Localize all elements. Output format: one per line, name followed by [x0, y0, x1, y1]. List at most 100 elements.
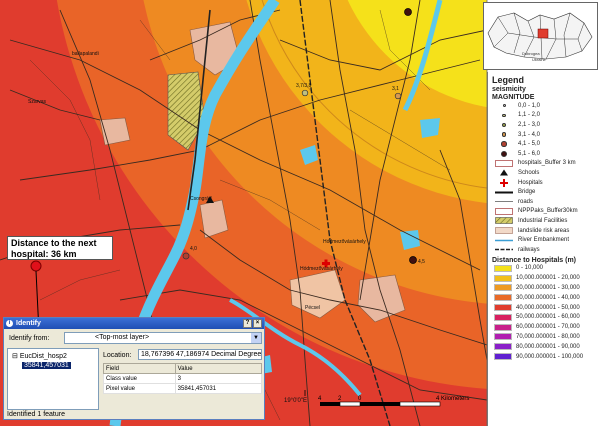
- results-tree[interactable]: ⊟ EucDist_hosp2 35841,457031: [7, 348, 99, 410]
- legend-label: Hospitals: [518, 179, 543, 186]
- distance-swatch: [494, 353, 512, 361]
- layer-symbol-icon: [494, 198, 514, 206]
- layer-symbol-icon: [494, 178, 514, 187]
- place-label: Szarvas: [28, 99, 47, 105]
- column-header-field[interactable]: Field: [103, 363, 176, 374]
- legend-panel: Legend seismicity MAGNITUDE 0,0 - 1,0 1,1…: [487, 72, 600, 426]
- legend-item-layer: Hospitals: [494, 178, 600, 188]
- attribute-table: Field Value Class value 3 Pixel value 35…: [103, 363, 263, 394]
- earthquake-5[interactable]: [404, 8, 412, 16]
- distance-callout: Distance to the next hospital: 36 km: [7, 236, 113, 260]
- lake-3: [420, 118, 440, 138]
- legend-label: 50,000.000001 - 60,000: [516, 314, 580, 321]
- place-label: Hódmezővásárhely: [323, 239, 366, 245]
- magnitude-header: MAGNITUDE: [492, 94, 535, 101]
- legend-item-magnitude: 0,0 - 1,0: [494, 101, 600, 111]
- legend-label: landslide risk areas: [518, 227, 570, 234]
- legend-item-distance: 10,000.000001 - 20,000: [494, 273, 600, 283]
- legend-item-layer: hospitals_Buffer 3 km: [494, 159, 600, 169]
- legend-item-layer: Schools: [494, 168, 600, 178]
- identify-titlebar[interactable]: i Identify ? ×: [4, 318, 264, 329]
- magnitude-dot-icon: [500, 150, 508, 158]
- legend-label: 90,000.000001 - 100,000: [516, 353, 584, 360]
- legend-item-layer: River Embankment: [494, 235, 600, 245]
- overview-inset-map: Dobrogea Ukraine: [483, 2, 598, 70]
- place-label: Csongrád: [190, 196, 212, 202]
- legend-label: hospitals_Buffer 3 km: [518, 160, 576, 167]
- legend-label: 80,000.000001 - 90,000: [516, 343, 580, 350]
- identify-window[interactable]: i Identify ? × Identify from: <Top-most …: [3, 317, 265, 420]
- legend-label: 60,000.000001 - 70,000: [516, 324, 580, 331]
- distance-header: Distance to Hospitals (m): [492, 256, 577, 264]
- distance-swatch: [494, 323, 512, 331]
- column-header-value[interactable]: Value: [174, 363, 263, 374]
- help-button[interactable]: ?: [243, 319, 252, 328]
- table-row: Class value 3: [103, 373, 263, 384]
- legend-item-layer: landslide risk areas: [494, 226, 600, 236]
- distance-swatch: [494, 333, 512, 341]
- legend-item-magnitude: 4,1 - 5,0: [494, 139, 600, 149]
- inset-label: Ukraine: [532, 57, 547, 62]
- identified-point-marker[interactable]: [30, 260, 42, 272]
- legend-item-layer: Bridge: [494, 187, 600, 197]
- tree-node-feature[interactable]: 35841,457031: [22, 362, 71, 369]
- earthquake-3-7[interactable]: [301, 89, 309, 97]
- legend-item-magnitude: 2,1 - 3,0: [494, 120, 600, 130]
- quake-label: 3,7/3,8: [296, 83, 312, 89]
- earthquake-3-1[interactable]: [394, 92, 402, 100]
- info-icon: i: [6, 320, 13, 327]
- legend-item-distance: 80,000.000001 - 90,000: [494, 342, 600, 352]
- location-label: Location:: [103, 352, 132, 359]
- tree-node-layer[interactable]: ⊟ EucDist_hosp2: [12, 352, 67, 360]
- earthquake-4-0[interactable]: [182, 252, 190, 260]
- scale-tick: 2: [338, 396, 342, 402]
- distance-swatch: [494, 274, 512, 282]
- legend-item-distance: 50,000.000001 - 60,000: [494, 312, 600, 322]
- legend-item-layer: railways: [494, 245, 600, 255]
- legend-item-layer: NPPPaks_Buffer30km: [494, 207, 600, 217]
- magnitude-dot-icon: [501, 132, 507, 137]
- legend-item-distance: 70,000.000001 - 80,000: [494, 332, 600, 342]
- legend-label: 1,1 - 2,0: [518, 112, 541, 119]
- earthquake-4-5[interactable]: [409, 256, 417, 264]
- magnitude-dot-icon: [501, 141, 507, 147]
- distance-swatch: [494, 264, 512, 272]
- callout-line-1: Distance to the next: [11, 238, 97, 248]
- seismicity-header: seismicity: [492, 86, 526, 93]
- legend-label: 10,000.000001 - 20,000: [516, 275, 580, 282]
- quake-label: 3,1: [392, 86, 399, 92]
- legend-item-magnitude: 1,1 - 2,0: [494, 111, 600, 121]
- legend-item-distance: 90,000.000001 - 100,000: [494, 352, 600, 362]
- legend-label: 70,000.000001 - 80,000: [516, 333, 580, 340]
- legend-label: River Embankment: [518, 237, 570, 244]
- legend-label: 0 - 10,000: [516, 265, 544, 272]
- layer-symbol-icon: [494, 236, 514, 244]
- value-cell: 35841,457031: [174, 383, 263, 394]
- legend-label: Industrial Facilities: [518, 217, 568, 224]
- inset-study-area: [537, 28, 549, 39]
- layer-symbol-icon: [494, 169, 514, 177]
- legend-item-layer: roads: [494, 197, 600, 207]
- distance-swatch: [494, 304, 512, 312]
- quake-label: 4,5: [418, 259, 425, 265]
- inset-label: Dobrogea: [522, 51, 540, 56]
- legend-label: Bridge: [518, 189, 536, 196]
- distance-swatch: [494, 284, 512, 292]
- legend-item-distance: 20,000.000001 - 30,000: [494, 283, 600, 293]
- close-button[interactable]: ×: [253, 319, 262, 328]
- legend-item-magnitude: 3,1 - 4,0: [494, 130, 600, 140]
- identify-from-dropdown[interactable]: <Top-most layer> ▼: [64, 332, 262, 344]
- legend-item-distance: 0 - 10,000: [494, 264, 600, 274]
- scale-tick: 4 Kilometers: [436, 396, 469, 402]
- legend-label: 2,1 - 3,0: [518, 121, 541, 128]
- chevron-down-icon[interactable]: ▼: [251, 333, 261, 343]
- distance-swatch: [494, 294, 512, 302]
- legend-label: 5,1 - 6,0: [518, 150, 541, 157]
- scale-tick: 4: [318, 396, 322, 402]
- graticule-label: 19°0'0"E: [284, 398, 307, 404]
- field-cell: Class value: [103, 373, 176, 384]
- quake-label: 4,0: [190, 246, 197, 252]
- place-label: ballapalandi: [72, 51, 99, 57]
- value-cell: 3: [174, 373, 263, 384]
- layer-symbol-icon: [494, 227, 514, 235]
